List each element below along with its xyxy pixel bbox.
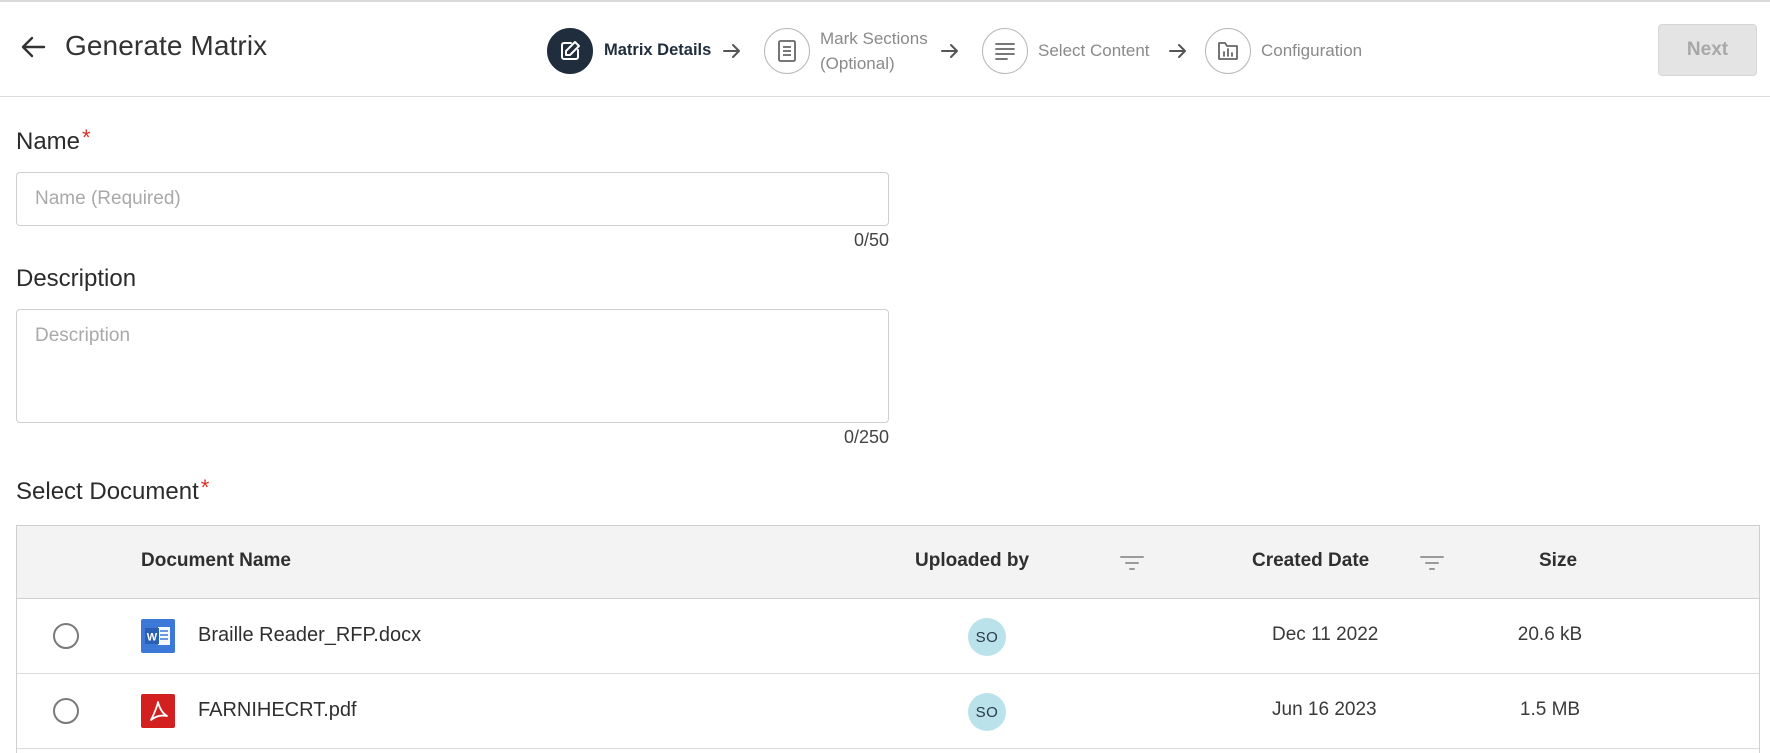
description-char-counter: 0/250 bbox=[843, 427, 889, 447]
row-select-radio[interactable] bbox=[53, 623, 79, 649]
created-date: Jun 16 2023 bbox=[1272, 699, 1377, 720]
arrow-right-icon bbox=[723, 44, 740, 58]
avatar: SO bbox=[968, 618, 1006, 656]
next-button[interactable]: Next bbox=[1658, 24, 1757, 76]
name-char-counter: 0/50 bbox=[853, 230, 889, 250]
table-row[interactable]: FARNIHECRT.pdf SO Jun 16 2023 1.5 MB bbox=[17, 674, 1759, 749]
filter-icon[interactable] bbox=[1419, 553, 1445, 573]
step-mark-sections-line2: (Optional) bbox=[820, 54, 895, 73]
select-document-label: Select Document* bbox=[16, 475, 210, 506]
description-field-label: Description bbox=[16, 265, 137, 292]
step-configuration-label[interactable]: Configuration bbox=[1261, 38, 1362, 63]
created-date: Dec 11 2022 bbox=[1272, 624, 1379, 645]
step-select-content-label[interactable]: Select Content bbox=[1038, 38, 1150, 63]
select-document-label-text: Select Document bbox=[16, 478, 199, 505]
svg-text:W: W bbox=[147, 632, 158, 644]
name-field-label: Name* bbox=[16, 125, 91, 156]
page-title: Generate Matrix bbox=[65, 30, 268, 61]
column-header-size[interactable]: Size bbox=[1539, 550, 1577, 572]
step-mark-sections-line1: Mark Sections bbox=[820, 29, 928, 48]
name-input[interactable] bbox=[16, 172, 889, 226]
document-name[interactable]: Braille Reader_RFP.docx bbox=[198, 624, 421, 647]
row-select-radio[interactable] bbox=[53, 698, 79, 724]
file-size: 1.5 MB bbox=[1519, 699, 1581, 720]
arrow-right-icon bbox=[1169, 44, 1186, 58]
document-name[interactable]: FARNIHECRT.pdf bbox=[198, 699, 357, 722]
arrow-right-icon bbox=[941, 44, 958, 58]
table-header: Document Name Uploaded by Created Date S… bbox=[17, 526, 1759, 599]
step-mark-sections-icon[interactable] bbox=[764, 28, 810, 74]
required-marker: * bbox=[200, 475, 210, 500]
documents-table: Document Name Uploaded by Created Date S… bbox=[16, 525, 1760, 753]
step-configuration-icon[interactable] bbox=[1205, 28, 1251, 74]
step-select-content-icon[interactable] bbox=[982, 28, 1028, 74]
column-header-document-name[interactable]: Document Name bbox=[141, 550, 291, 572]
header-bar: Generate Matrix Matrix Details Mark Sect… bbox=[0, 2, 1770, 97]
back-arrow-icon[interactable] bbox=[18, 32, 48, 62]
required-marker: * bbox=[82, 125, 91, 150]
filter-icon[interactable] bbox=[1119, 553, 1145, 573]
step-mark-sections-label[interactable]: Mark Sections (Optional) bbox=[820, 26, 928, 76]
step-matrix-details-label[interactable]: Matrix Details bbox=[604, 38, 711, 63]
avatar: SO bbox=[968, 693, 1006, 731]
column-header-uploaded-by[interactable]: Uploaded by bbox=[915, 550, 1029, 572]
description-input[interactable] bbox=[16, 309, 889, 423]
step-matrix-details-icon[interactable] bbox=[547, 28, 593, 74]
word-file-icon: W bbox=[141, 619, 175, 653]
pdf-file-icon bbox=[141, 694, 175, 728]
name-label-text: Name bbox=[16, 128, 81, 155]
table-row[interactable]: W Braille Reader_RFP.docx SO Dec 11 2022… bbox=[17, 599, 1759, 674]
file-size: 20.6 kB bbox=[1517, 624, 1583, 645]
column-header-created-date[interactable]: Created Date bbox=[1252, 550, 1369, 572]
